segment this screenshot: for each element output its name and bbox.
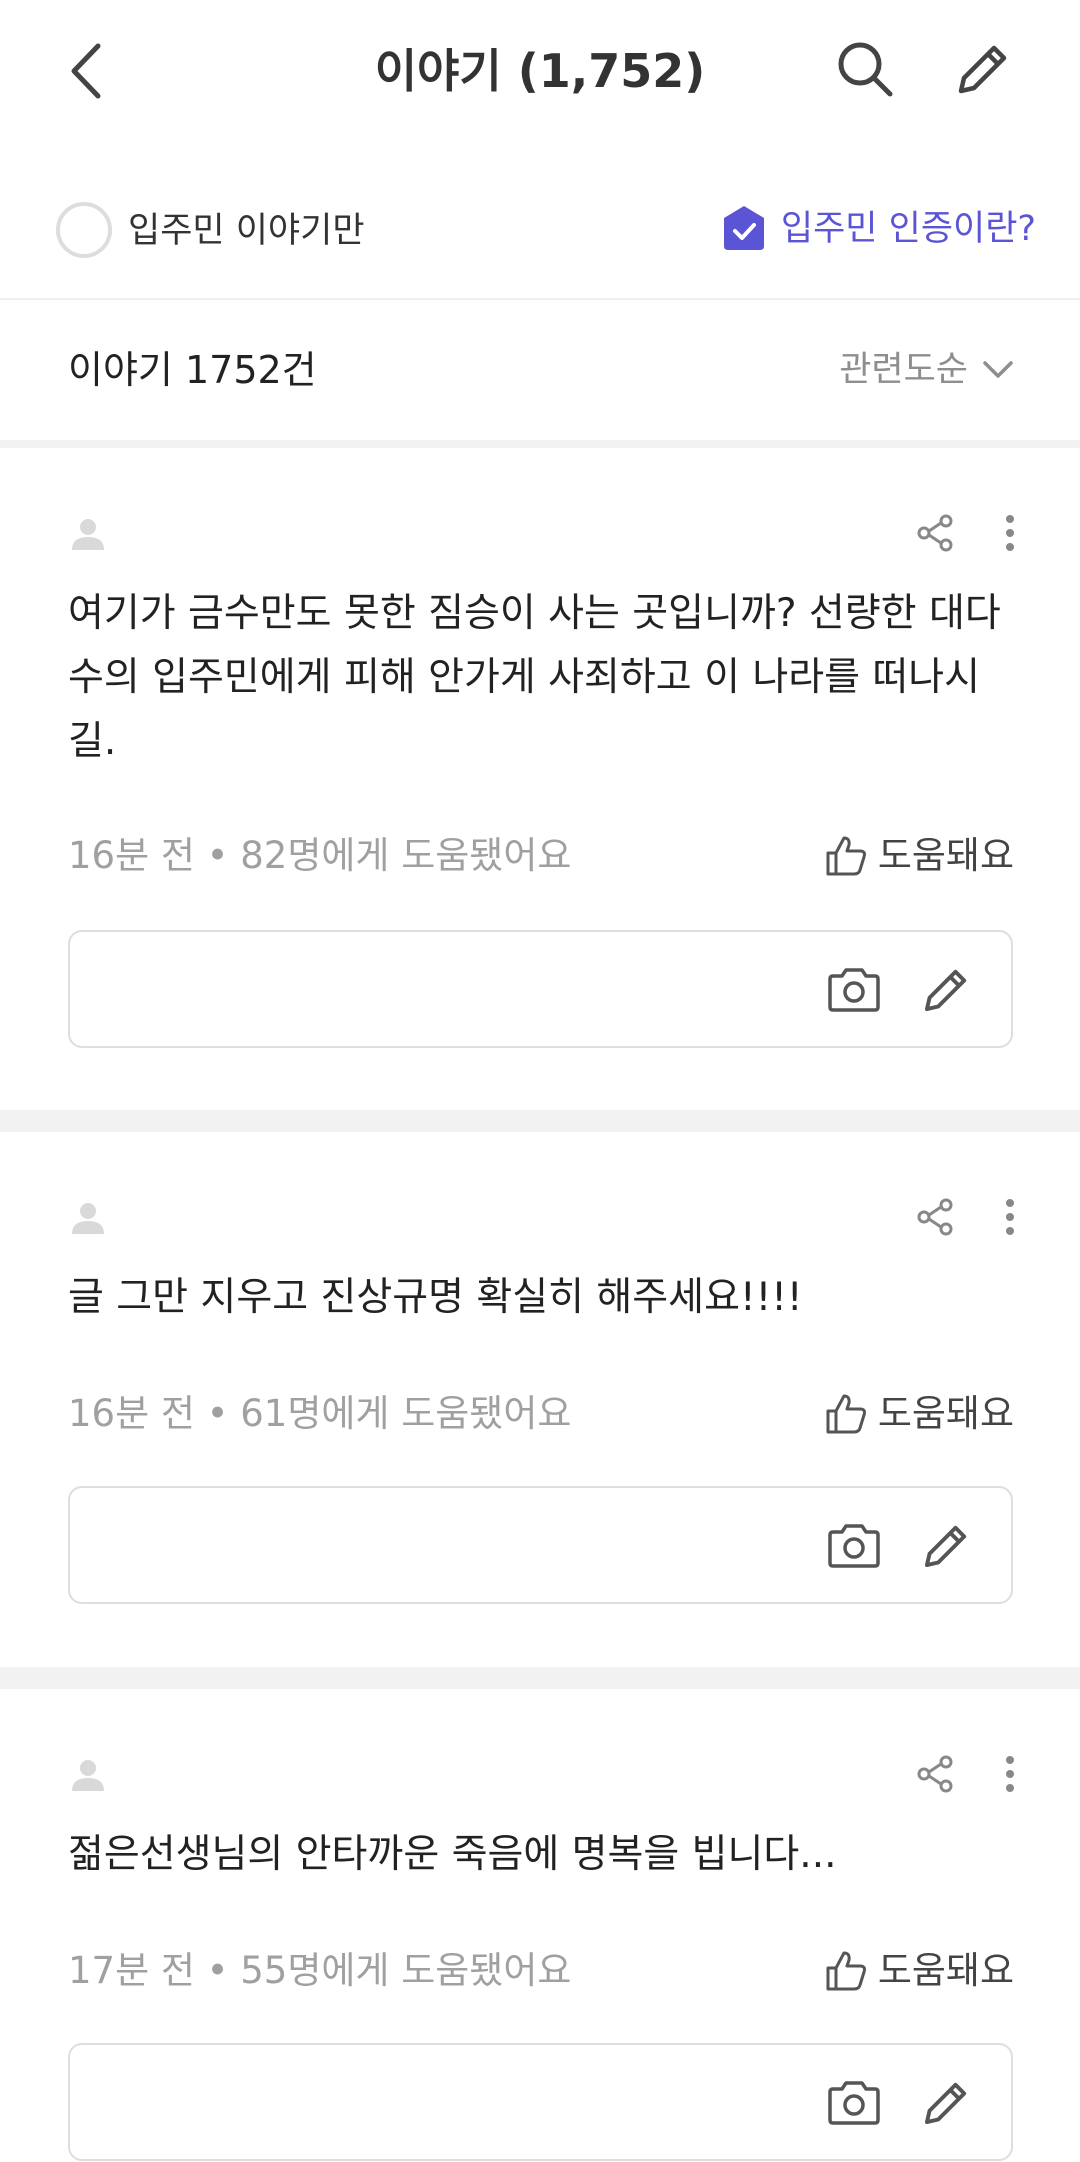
- more-vertical-icon: [1006, 1756, 1014, 1792]
- post-body[interactable]: 젊은선생님의 안타까운 죽음에 명복을 빕니다...: [68, 1823, 1018, 1887]
- comment-input[interactable]: [68, 930, 1013, 1048]
- verification-link-label: 입주민 인증이란?: [780, 209, 1036, 249]
- avatar-icon: [72, 1760, 104, 1791]
- filter-row: 입주민 이야기만 입주민 인증이란?: [0, 180, 1080, 280]
- thumbs-up-icon: [824, 834, 868, 878]
- pencil-icon: [924, 1525, 967, 1568]
- more-options-button[interactable]: [992, 506, 1028, 560]
- more-options-button[interactable]: [992, 1747, 1028, 1801]
- share-button[interactable]: [908, 1190, 962, 1244]
- helpful-button[interactable]: 도움돼요: [824, 1386, 1014, 1442]
- helpful-button[interactable]: 도움돼요: [824, 1943, 1014, 1999]
- camera-icon: [828, 968, 880, 1012]
- residents-only-label[interactable]: 입주민 이야기만: [128, 204, 365, 258]
- section-divider: [0, 1667, 1080, 1689]
- avatar-icon: [72, 1203, 104, 1234]
- camera-button[interactable]: [820, 2069, 888, 2137]
- helpful-label: 도움돼요: [877, 834, 1014, 877]
- author-name-redacted: [120, 1759, 280, 1793]
- more-vertical-icon: [1006, 1199, 1014, 1235]
- pencil-icon: [924, 969, 967, 1012]
- camera-button[interactable]: [820, 956, 888, 1024]
- write-comment-button[interactable]: [912, 956, 980, 1024]
- comment-input[interactable]: [68, 2043, 1013, 2161]
- write-button[interactable]: [948, 34, 1018, 104]
- verification-info-link[interactable]: 입주민 인증이란?: [721, 200, 1036, 258]
- author-name-redacted: [120, 1202, 280, 1236]
- page-title: 이야기 (1,752): [374, 44, 706, 98]
- more-options-button[interactable]: [992, 1190, 1028, 1244]
- post-card: 글 그만 지우고 진상규명 확실히 해주세요!!!! 16분 전 • 61명에게…: [0, 1132, 1080, 1667]
- more-vertical-icon: [1006, 515, 1014, 551]
- post-card: 여기가 금수만도 못한 짐승이 사는 곳입니까? 선량한 대다수의 입주민에게 …: [0, 448, 1080, 1110]
- share-icon: [917, 1755, 953, 1793]
- helpful-button[interactable]: 도움돼요: [824, 828, 1014, 884]
- story-count: 이야기 1752건: [68, 348, 317, 392]
- share-icon: [917, 514, 953, 552]
- post-meta: 16분 전 • 82명에게 도움됐어요: [68, 834, 572, 877]
- residents-only-radio[interactable]: [56, 202, 112, 258]
- search-button[interactable]: [830, 34, 900, 104]
- section-divider: [0, 1110, 1080, 1132]
- helpful-label: 도움돼요: [877, 1392, 1014, 1435]
- avatar-icon: [72, 519, 104, 550]
- sort-dropdown[interactable]: 관련도순: [839, 344, 1014, 396]
- camera-icon: [828, 2081, 880, 2125]
- helpful-label: 도움돼요: [877, 1949, 1014, 1992]
- top-app-bar: 이야기 (1,752): [0, 0, 1080, 150]
- list-toolbar: 이야기 1752건 관련도순: [0, 300, 1080, 440]
- camera-icon: [828, 1524, 880, 1568]
- post-meta: 16분 전 • 61명에게 도움됐어요: [68, 1392, 572, 1435]
- thumbs-up-icon: [824, 1949, 868, 1993]
- share-icon: [917, 1198, 953, 1236]
- write-comment-button[interactable]: [912, 2069, 980, 2137]
- post-body[interactable]: 여기가 금수만도 못한 짐승이 사는 곳입니까? 선량한 대다수의 입주민에게 …: [68, 582, 1018, 774]
- share-button[interactable]: [908, 1747, 962, 1801]
- search-icon: [838, 42, 893, 97]
- sort-label: 관련도순: [839, 350, 968, 390]
- pencil-icon: [958, 45, 1007, 94]
- author-name-redacted: [120, 518, 280, 552]
- post-body[interactable]: 글 그만 지우고 진상규명 확실히 해주세요!!!!: [68, 1266, 1018, 1330]
- share-button[interactable]: [908, 506, 962, 560]
- post-card: 젊은선생님의 안타까운 죽음에 명복을 빕니다... 17분 전 • 55명에게…: [0, 1689, 1080, 2162]
- pencil-icon: [924, 2082, 967, 2125]
- chevron-down-icon: [982, 360, 1014, 380]
- section-divider: [0, 440, 1080, 448]
- camera-button[interactable]: [820, 1512, 888, 1580]
- post-meta: 17분 전 • 55명에게 도움됐어요: [68, 1949, 572, 1992]
- write-comment-button[interactable]: [912, 1512, 980, 1580]
- comment-input[interactable]: [68, 1486, 1013, 1604]
- thumbs-up-icon: [824, 1392, 868, 1436]
- shield-check-icon: [723, 206, 764, 250]
